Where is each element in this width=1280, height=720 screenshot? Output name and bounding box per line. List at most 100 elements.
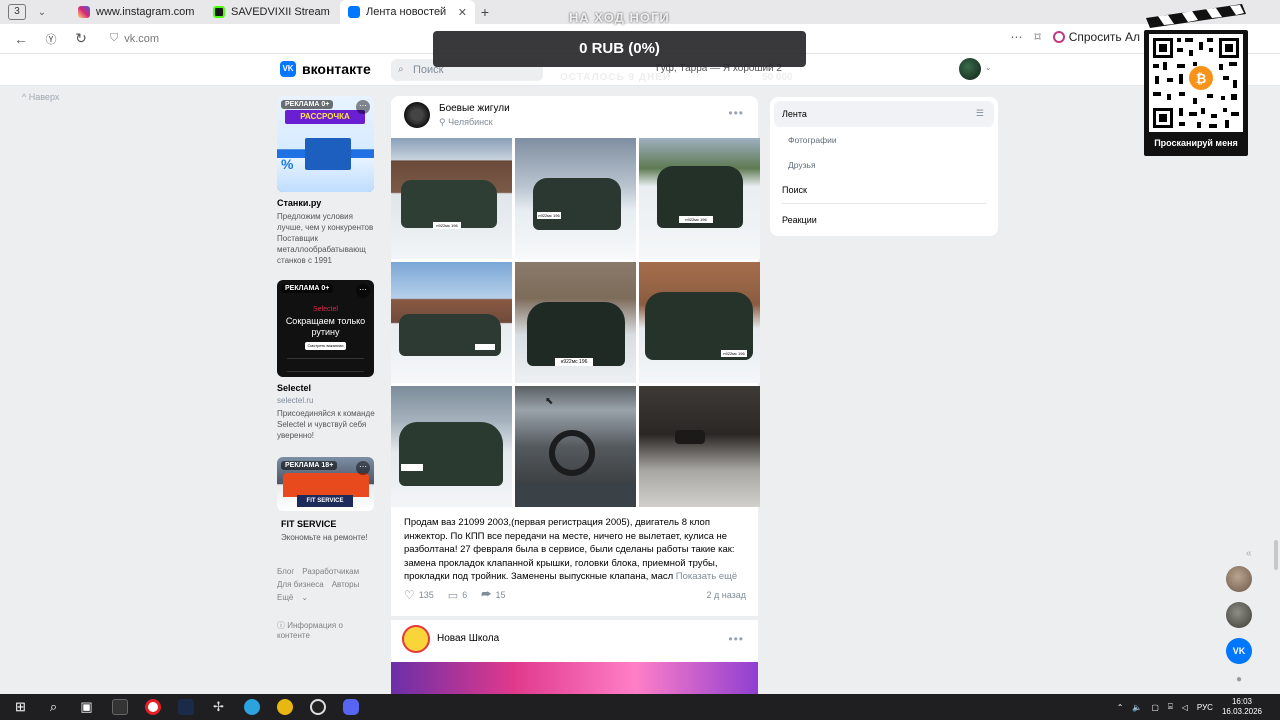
vk-logo-text: вконтакте [302, 61, 371, 77]
ad-image-selectel[interactable]: Selectel Сокращаем только рутину Смотрет… [277, 280, 374, 377]
tray-app-icon[interactable]: ▢ [1151, 703, 1159, 712]
post-more-icon[interactable]: ••• [728, 632, 744, 646]
post-photo[interactable] [639, 386, 760, 507]
qr-code[interactable]: ₿ [1149, 34, 1243, 132]
tabs-dropdown-icon[interactable]: ⌄ [32, 7, 52, 18]
post-photo[interactable]: н922мс 196 [391, 138, 512, 259]
post-photo[interactable]: н922мс 196 [515, 262, 636, 383]
scrollbar[interactable] [1274, 540, 1278, 570]
tab-title: Лента новостей [366, 6, 447, 18]
ad-url[interactable]: selectel.ru [277, 396, 375, 405]
post-more-icon[interactable]: ••• [728, 106, 744, 120]
post-photo[interactable]: н922мс 196 [639, 138, 760, 259]
feed-post: Новая Школа ••• [391, 620, 758, 694]
group-avatar[interactable] [402, 625, 430, 653]
ad-title[interactable]: Станки.ру [277, 198, 375, 208]
ad-title[interactable]: FIT SERVICE [281, 519, 375, 529]
alice-button[interactable]: Спросить Ал [1052, 30, 1140, 44]
terminal-icon[interactable] [103, 694, 136, 720]
footer-link-blog[interactable]: Блог [277, 567, 294, 576]
post-photo[interactable]: н922мс 196 [515, 138, 636, 259]
obs-icon[interactable] [301, 694, 334, 720]
back-icon[interactable]: ← [6, 31, 36, 47]
tab-vk-feed[interactable]: Лента новостей ✕ [340, 0, 475, 24]
menu-item-photos[interactable]: Фотографии [788, 135, 837, 145]
photo-grid: н922мс 196 н922мс 196 н922мс 196 н922мс … [391, 138, 760, 508]
post-photo[interactable] [391, 662, 758, 694]
bookmark-icon[interactable]: ⌑ [1035, 30, 1041, 44]
back-to-top-button[interactable]: ^ Наверх [22, 92, 59, 102]
close-tab-icon[interactable]: ✕ [458, 6, 467, 19]
ad-title[interactable]: Selectel [277, 383, 375, 393]
ad-image-fitservice[interactable]: FIT SERVICE РЕКЛАМА 18+ ⋯ [277, 457, 374, 511]
post-time[interactable]: 2 д назад [706, 590, 746, 600]
tray-expand-icon[interactable]: ⌃ [1117, 703, 1124, 712]
tab-kick-stream[interactable]: SAVEDVIXII Stream - Watc [205, 0, 340, 24]
telegram-icon[interactable] [235, 694, 268, 720]
yandex-icon[interactable]: Ⓨ [36, 31, 66, 47]
volume-icon[interactable]: 🔈 [1132, 703, 1142, 712]
group-name[interactable]: Новая Школа [437, 633, 499, 644]
collapse-chats-icon[interactable]: « [1246, 548, 1252, 559]
footer-link-authors[interactable]: Авторы [332, 580, 360, 589]
language-indicator[interactable]: РУС [1197, 703, 1213, 712]
more-icon[interactable]: ⋯ [1011, 30, 1023, 44]
discord-icon[interactable] [334, 694, 367, 720]
avatar[interactable] [959, 58, 981, 80]
like-button[interactable]: ♡ 135 [404, 588, 434, 602]
ad-more-icon[interactable]: ⋯ [356, 461, 370, 475]
yandex-browser-icon[interactable] [136, 694, 169, 720]
reload-icon[interactable]: ↻ [66, 30, 96, 47]
show-more-link[interactable]: Показать ещё [676, 571, 737, 582]
chat-avatar[interactable] [1226, 566, 1252, 592]
group-name[interactable]: Боевые жигули [439, 103, 510, 114]
post-photo[interactable]: н922мс 196 [639, 262, 760, 383]
clock-time: 16:03 [1231, 697, 1252, 706]
clock[interactable]: 16:03 16.03.2026 [1222, 697, 1262, 717]
ad-more-icon[interactable]: ⋯ [356, 100, 370, 114]
chevron-down-icon[interactable]: ⌄ [985, 63, 992, 72]
share-button[interactable]: ⮫ 15 [481, 589, 505, 602]
ads-column: РАССРОЧКА % РЕКЛАМА 0+ ⋯ Станки.ру Предл… [277, 96, 375, 640]
footer-link-more[interactable]: Ещё [277, 593, 293, 602]
app-icon[interactable] [268, 694, 301, 720]
post-photo[interactable] [391, 386, 512, 507]
comment-button[interactable]: ▭ 6 [448, 589, 467, 602]
plate-label: н922мс 196 [555, 358, 593, 366]
footer-link-business[interactable]: Для бизнеса [277, 580, 324, 589]
content-info-link[interactable]: ⓘ Информация о контенте [277, 620, 375, 640]
tab-title: www.instagram.com [96, 6, 195, 18]
menu-item-feed[interactable]: Лента [782, 109, 807, 119]
ad-image-stanki[interactable]: РАССРОЧКА % РЕКЛАМА 0+ ⋯ [277, 96, 374, 192]
network-icon[interactable]: ⌸ [1168, 702, 1173, 712]
group-avatar[interactable] [404, 102, 430, 128]
task-view-icon[interactable]: ▣ [70, 694, 103, 720]
windows-start-icon[interactable]: ⊞ [4, 694, 37, 720]
ad-more-icon[interactable]: ⋯ [356, 284, 370, 298]
vk-messenger-icon[interactable]: VK [1226, 638, 1252, 664]
vk-logo-icon: VK [280, 61, 296, 77]
app-icon[interactable] [169, 694, 202, 720]
footer-link-dev[interactable]: Разработчикам [302, 567, 359, 576]
shield-icon: ⛉ [110, 32, 119, 44]
url-field[interactable]: ⛉ vk.com [110, 32, 159, 45]
plate-label: н922мс 196 [433, 222, 461, 229]
tab-instagram[interactable]: www.instagram.com [70, 0, 205, 24]
post-photo[interactable]: ⬉ [515, 386, 636, 507]
post-photo[interactable] [391, 262, 512, 383]
menu-item-search[interactable]: Поиск [782, 185, 807, 195]
search-icon[interactable]: ⌕ [37, 694, 70, 720]
vk-logo[interactable]: VK вконтакте [280, 61, 371, 77]
tab-count-badge[interactable]: 3 [8, 4, 26, 20]
menu-item-reactions[interactable]: Реакции [782, 215, 817, 225]
comments-count: 6 [462, 590, 468, 600]
filter-settings-icon[interactable]: ☰ [976, 108, 984, 119]
fan-app-icon[interactable]: ✢ [202, 694, 235, 720]
sound-icon[interactable]: ◁ [1182, 703, 1188, 712]
new-tab-button[interactable]: + [475, 4, 495, 20]
chat-avatar[interactable] [1226, 602, 1252, 628]
menu-item-friends[interactable]: Друзья [788, 160, 816, 170]
chat-icon[interactable]: ● [1226, 674, 1252, 685]
location-pin-icon: ⚲ [439, 116, 446, 127]
ad-badge: РЕКЛАМА 0+ [281, 100, 334, 109]
